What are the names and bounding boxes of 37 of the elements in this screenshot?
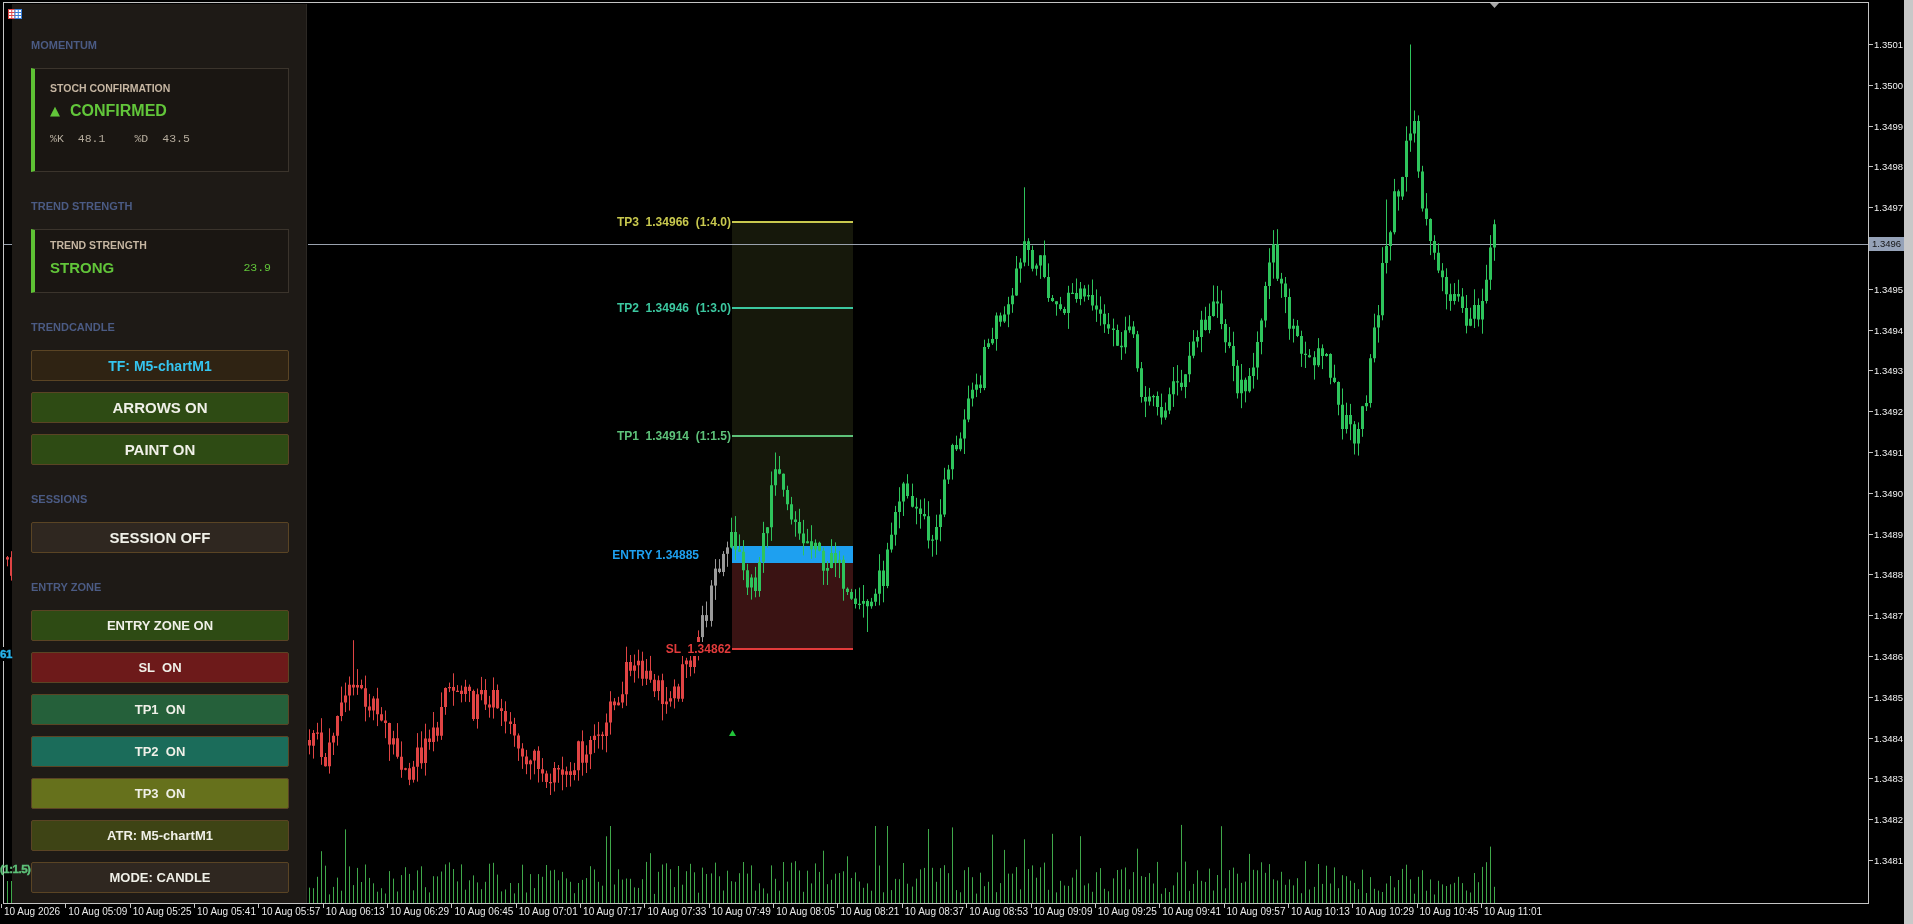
panel-button[interactable]: MODE: CANDLE — [31, 862, 289, 893]
level-label: ENTRY 1.34885 — [612, 548, 699, 562]
panel-button[interactable]: PAINT ON — [31, 434, 289, 465]
level-label: TP2 1.34946 (1:3.0) — [616, 301, 731, 315]
section-title: TREND STRENGTH — [31, 199, 133, 213]
status-text: STRONG — [50, 258, 115, 278]
card-heading: STOCH CONFIRMATION — [50, 81, 171, 95]
triangle-icon[interactable] — [1490, 3, 1499, 8]
price-line — [4, 244, 12, 245]
grid-icon[interactable] — [8, 9, 22, 19]
level-label: TP3 1.34966 (1:4.0) — [616, 215, 731, 229]
panel-button[interactable]: TP3 ON — [31, 778, 289, 809]
panel-button[interactable]: TF: M5-chartM1 — [31, 350, 289, 381]
level-label: TP1 1.34914 (1:1.5) — [616, 429, 731, 443]
panel-button[interactable]: TP1 ON — [31, 694, 289, 725]
section-title: SESSIONS — [31, 492, 88, 506]
panel-button[interactable]: SESSION OFF — [31, 522, 289, 553]
panel-button[interactable]: ATR: M5-chartM1 — [31, 820, 289, 851]
current-price-label: 1.3496 — [1869, 237, 1904, 252]
level-label: SL 1.34862 — [665, 642, 731, 656]
triangle-icon: ▲ — [50, 103, 60, 119]
status-text: CONFIRMED — [70, 101, 167, 121]
panel-button[interactable]: SL ON — [31, 652, 289, 683]
stat-label: %D — [134, 132, 149, 145]
card-heading: TREND STRENGTH — [50, 238, 147, 252]
panel-button[interactable]: ARROWS ON — [31, 392, 289, 423]
stat-value: 43.5 — [162, 132, 190, 145]
strength-value: 23.9 — [243, 261, 271, 275]
panel-button[interactable]: TP2 ON — [31, 736, 289, 767]
stat-label: %K — [50, 132, 64, 145]
panel-button[interactable]: ENTRY ZONE ON — [31, 610, 289, 641]
section-title: TRENDCANDLE — [31, 320, 115, 334]
triangle-marker-icon — [729, 730, 736, 736]
section-title: MOMENTUM — [31, 38, 97, 52]
stat-value: 48.1 — [77, 132, 106, 145]
section-title: ENTRY ZONE — [31, 580, 102, 594]
chart-label: 61 — [0, 647, 12, 661]
